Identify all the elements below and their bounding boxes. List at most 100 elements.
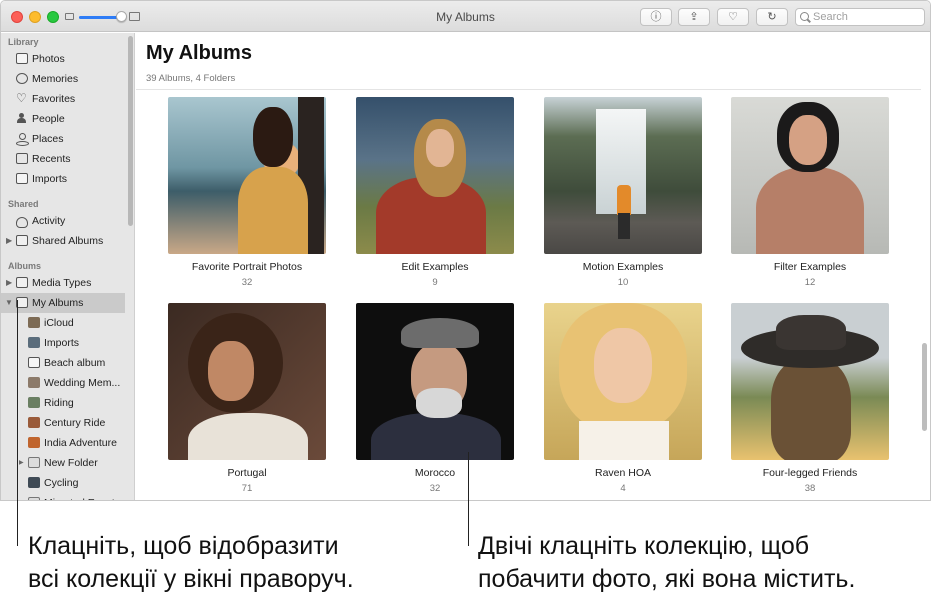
info-icon: ⓘ	[650, 11, 662, 23]
sidebar-item-my-albums[interactable]: ▼ My Albums	[1, 293, 125, 313]
sidebar-item-memories[interactable]: Memories	[1, 69, 125, 89]
info-button[interactable]: ⓘ	[640, 8, 672, 26]
section-library: Library	[8, 37, 39, 47]
sidebar-item-label: Memories	[32, 73, 79, 85]
photos-icon	[16, 53, 28, 64]
sidebar-item-label: India Adventure	[44, 437, 117, 449]
sidebar-item-label: Beach album	[44, 357, 106, 369]
album-thumbnail	[28, 377, 40, 388]
sidebar-item-cycling[interactable]: Cycling	[1, 473, 125, 493]
album-count: 38	[804, 483, 816, 494]
rotate-icon: ↻	[767, 11, 777, 23]
memories-icon	[16, 73, 28, 84]
recents-icon	[16, 153, 28, 164]
sidebar-item-places[interactable]: Places	[1, 129, 125, 149]
title-bar: My Albums ⓘ ⇪ ♡ ↻ Search	[1, 1, 930, 32]
sidebar-item-icloud[interactable]: iCloud	[1, 313, 125, 333]
main-scrollbar[interactable]	[922, 343, 927, 431]
sidebar-item-label: Favorites	[32, 93, 76, 105]
albums-view: My Albums 39 Albums, 4 Folders Favorite …	[136, 33, 930, 500]
album-count: 9	[432, 277, 438, 288]
divider	[136, 89, 921, 90]
sidebar-item-label: Media Types	[32, 277, 92, 289]
sidebar-item-label: Riding	[44, 397, 74, 409]
rotate-button[interactable]: ↻	[756, 8, 788, 26]
album-name: Motion Examples	[582, 261, 664, 273]
album-thumbnail	[28, 477, 40, 488]
favorite-button[interactable]: ♡	[717, 8, 749, 26]
album-thumbnail	[28, 317, 40, 328]
share-icon: ⇪	[689, 11, 699, 23]
album-cover	[544, 97, 702, 254]
sidebar-scrollbar[interactable]	[128, 36, 133, 226]
caption-left-line1: Клацніть, щоб відобразити	[28, 532, 339, 560]
album-cover	[356, 303, 514, 460]
sidebar-item-label: People	[32, 113, 65, 125]
album-cover	[356, 97, 514, 254]
sidebar-item-label: Photos	[32, 53, 65, 65]
album-cover	[731, 97, 889, 254]
cloud-icon	[16, 217, 28, 228]
heart-icon: ♡	[16, 91, 27, 105]
search-input[interactable]: Search	[795, 8, 925, 26]
album-count: 4	[620, 483, 626, 494]
album-thumbnail	[28, 437, 40, 448]
folder-icon	[28, 457, 40, 468]
callout-line-left	[17, 300, 18, 546]
disclosure-down-icon[interactable]: ▼	[5, 293, 13, 313]
sidebar-item-people[interactable]: People	[1, 109, 125, 129]
albums-summary: 39 Albums, 4 Folders	[146, 73, 236, 84]
sidebar-item-migrated-events[interactable]: Migrated Events	[1, 493, 125, 500]
sidebar-item-label: Cycling	[44, 477, 79, 489]
share-button[interactable]: ⇪	[678, 8, 710, 26]
heart-icon: ♡	[728, 11, 738, 23]
sidebar-item-activity[interactable]: Activity	[1, 211, 125, 231]
sidebar-item-new-folder[interactable]: ▶ New Folder	[1, 453, 125, 473]
search-icon	[800, 12, 809, 21]
camera-icon	[16, 173, 28, 184]
album-name: Favorite Portrait Photos	[191, 261, 303, 273]
section-shared: Shared	[8, 199, 39, 209]
sidebar-item-shared-albums[interactable]: ▶ Shared Albums	[1, 231, 125, 251]
sidebar: Library Photos Memories ♡ Favorites Peopl…	[1, 33, 135, 500]
album-count: 32	[429, 483, 441, 494]
disclosure-right-icon[interactable]: ▶	[6, 273, 12, 293]
caption-left-line2: всі колекції у вікні праворуч.	[28, 565, 354, 593]
sidebar-item-label: Shared Albums	[32, 235, 104, 247]
sidebar-item-imports-album[interactable]: Imports	[1, 333, 125, 353]
sidebar-item-century-ride[interactable]: Century Ride	[1, 413, 125, 433]
page-title: My Albums	[146, 42, 252, 64]
album-name: Portugal	[227, 467, 267, 479]
map-pin-icon	[16, 133, 29, 146]
sidebar-item-media-types[interactable]: ▶ Media Types	[1, 273, 125, 293]
window-title: My Albums	[436, 10, 495, 24]
sidebar-item-label: Wedding Mem...	[44, 377, 121, 389]
sidebar-item-label: iCloud	[44, 317, 74, 329]
sidebar-item-label: Imports	[44, 337, 80, 349]
sidebar-item-riding[interactable]: Riding	[1, 393, 125, 413]
album-thumbnail	[28, 397, 40, 408]
album-count: 32	[241, 277, 253, 288]
sidebar-item-label: Recents	[32, 153, 71, 165]
sidebar-item-photos[interactable]: Photos	[1, 49, 125, 69]
disclosure-right-icon[interactable]: ▶	[6, 231, 12, 251]
album-name: Raven HOA	[594, 467, 652, 479]
sidebar-item-label: Places	[32, 133, 64, 145]
album-thumbnail	[28, 417, 40, 428]
album-thumbnail	[28, 337, 40, 348]
sidebar-item-wedding[interactable]: Wedding Mem...	[1, 373, 125, 393]
person-icon	[16, 113, 28, 124]
album-name: Four-legged Friends	[762, 467, 858, 479]
album-stack-icon	[28, 357, 40, 368]
caption-right-line1: Двічі клацніть колекцію, щоб	[478, 532, 810, 560]
sidebar-item-label: Imports	[32, 173, 68, 185]
sidebar-item-favorites[interactable]: ♡ Favorites	[1, 89, 125, 109]
folder-icon	[28, 497, 40, 500]
disclosure-right-icon[interactable]: ▶	[19, 453, 24, 473]
sidebar-item-india-adventure[interactable]: India Adventure	[1, 433, 125, 453]
sidebar-item-recents[interactable]: Recents	[1, 149, 125, 169]
sidebar-item-beach-album[interactable]: Beach album	[1, 353, 125, 373]
album-name: Filter Examples	[773, 261, 847, 273]
album-stack-icon	[16, 277, 28, 288]
sidebar-item-imports[interactable]: Imports	[1, 169, 125, 189]
